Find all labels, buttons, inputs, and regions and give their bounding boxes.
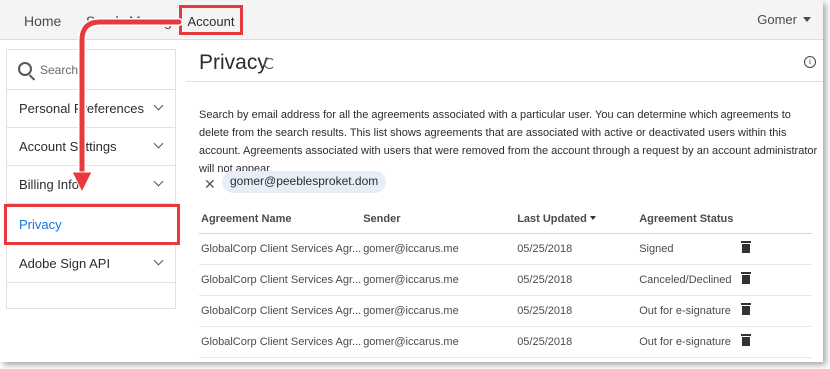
column-agreement-status[interactable]: Agreement Status (637, 205, 740, 234)
close-icon[interactable]: ✕ (204, 176, 216, 193)
trash-icon[interactable] (741, 241, 752, 253)
divider (186, 81, 823, 82)
user-name: Gomer (757, 12, 797, 27)
trash-icon[interactable] (741, 334, 752, 346)
cell-last-updated: 05/25/2018 (515, 295, 638, 327)
refresh-icon[interactable] (264, 58, 275, 69)
table-row[interactable]: GlobalCorp Client Services Agr... gomer@… (199, 326, 812, 358)
cell-actions (739, 233, 812, 265)
sidebar-item-billing-info[interactable]: Billing Info (7, 166, 175, 204)
table-row[interactable]: GlobalCorp Client Services Agr... gomer@… (199, 295, 812, 327)
top-nav: Home Send Manage Account Gomer (0, 0, 823, 40)
cell-status: Canceled/Declined (637, 264, 740, 296)
cell-sender: gomer@iccarus.me (361, 233, 516, 265)
chevron-down-icon (153, 255, 164, 266)
sort-desc-icon (589, 215, 596, 220)
cell-agreement-name[interactable]: GlobalCorp Client Services Agr... (199, 233, 362, 265)
sidebar-item-label: Privacy (19, 217, 62, 232)
trash-icon[interactable] (741, 303, 752, 315)
column-sender[interactable]: Sender (361, 205, 516, 234)
cell-sender: gomer@iccarus.me (361, 326, 516, 358)
column-actions (739, 205, 812, 234)
cell-sender: gomer@iccarus.me (361, 264, 516, 296)
sidebar-item-label: Adobe Sign API (19, 256, 111, 271)
caret-down-icon (803, 17, 811, 22)
cell-actions (739, 295, 812, 327)
privacy-description: Search by email address for all the agre… (199, 109, 818, 175)
sidebar-item-account-settings[interactable]: Account Settings (7, 128, 175, 166)
main-panel: Privacy i Search by email address for al… (186, 40, 823, 362)
sidebar-item-label: Personal Preferences (19, 101, 145, 116)
column-label: Last Updated (517, 212, 587, 225)
sidebar-item-label: Billing Info (19, 177, 79, 192)
sidebar-search[interactable]: Search (7, 50, 175, 90)
table-row[interactable]: GlobalCorp Client Services Agr... gomer@… (199, 264, 812, 296)
search-placeholder: Search (40, 63, 79, 77)
nav-manage[interactable]: Manage (129, 13, 180, 29)
cell-actions (739, 326, 812, 358)
trash-icon[interactable] (741, 272, 752, 284)
search-chip: gomer@peeblesproket.dom (222, 171, 387, 193)
agreements-table: Agreement Name Sender Last Updated Agree… (199, 205, 812, 358)
cell-last-updated: 05/25/2018 (515, 326, 638, 358)
cell-status: Out for e-signature (637, 295, 740, 327)
chevron-down-icon (153, 100, 164, 111)
table-row[interactable]: GlobalCorp Client Services Agr... gomer@… (199, 233, 812, 265)
nav-account[interactable]: Account (179, 5, 243, 35)
cell-last-updated: 05/25/2018 (515, 233, 638, 265)
nav-home[interactable]: Home (24, 13, 61, 29)
sidebar-item-adobe-sign-api[interactable]: Adobe Sign API (7, 245, 175, 283)
cell-last-updated: 05/25/2018 (515, 264, 638, 296)
info-icon[interactable]: i (804, 56, 816, 68)
cell-status: Signed (637, 233, 740, 265)
sidebar: Search Personal Preferences Account Sett… (4, 49, 180, 309)
column-last-updated[interactable]: Last Updated (515, 205, 638, 234)
cell-actions (739, 264, 812, 296)
user-menu[interactable]: Gomer (757, 12, 811, 27)
chevron-down-icon (153, 138, 164, 149)
cell-sender: gomer@iccarus.me (361, 295, 516, 327)
table-header-row: Agreement Name Sender Last Updated Agree… (199, 205, 812, 234)
sidebar-item-label: Account Settings (19, 139, 117, 154)
nav-send[interactable]: Send (86, 13, 119, 29)
sidebar-item-personal-preferences[interactable]: Personal Preferences (7, 90, 175, 128)
page-title: Privacy (199, 51, 268, 74)
app-window: Home Send Manage Account Gomer Search Pe… (0, 0, 823, 362)
chevron-down-icon (153, 176, 164, 187)
cell-agreement-name[interactable]: GlobalCorp Client Services Agr... (199, 326, 362, 358)
search-icon (18, 62, 32, 76)
column-agreement-name[interactable]: Agreement Name (199, 205, 362, 234)
cell-agreement-name[interactable]: GlobalCorp Client Services Agr... (199, 295, 362, 327)
cell-agreement-name[interactable]: GlobalCorp Client Services Agr... (199, 264, 362, 296)
sidebar-item-privacy[interactable]: Privacy (4, 204, 180, 245)
cell-status: Out for e-signature (637, 326, 740, 358)
